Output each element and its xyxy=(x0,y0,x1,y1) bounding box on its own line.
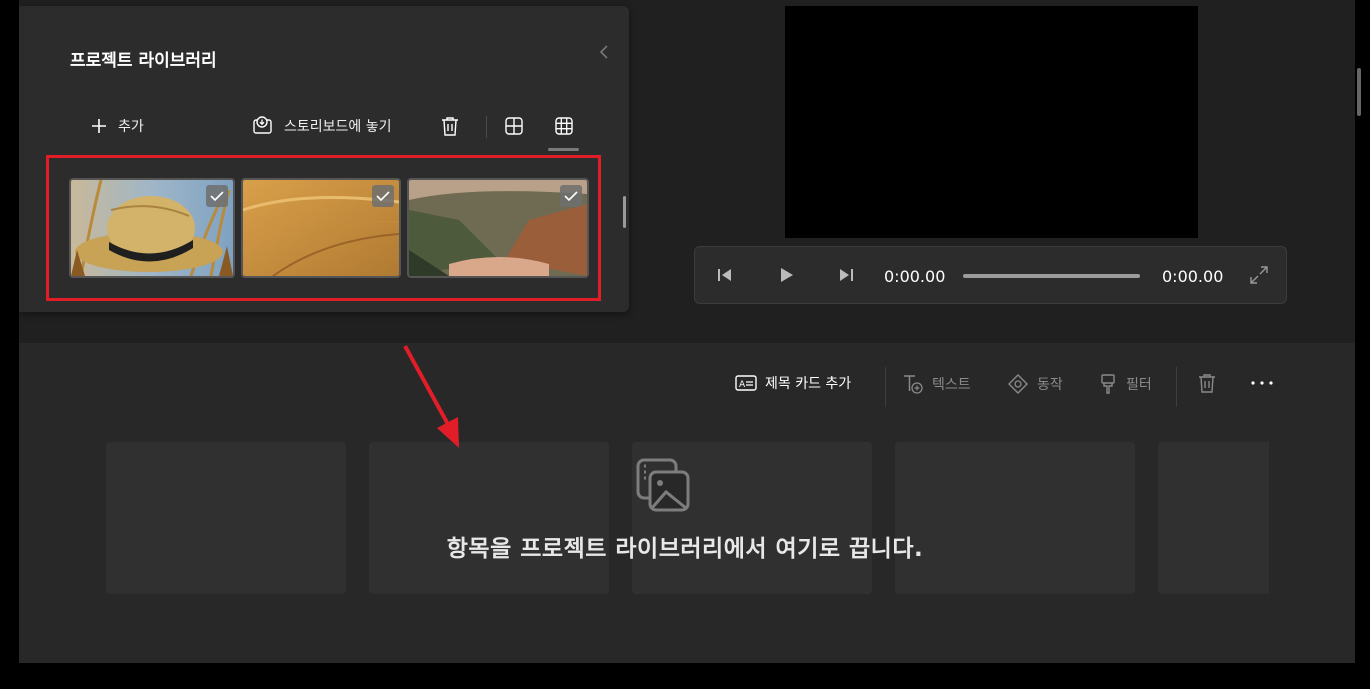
next-frame-icon[interactable] xyxy=(836,265,856,285)
top-area: 프로젝트 라이브러리 추가 스토리보드에 놓기 0:00.00 0:00.00 xyxy=(19,0,1355,343)
add-button[interactable]: 추가 xyxy=(90,116,144,136)
seek-bar[interactable] xyxy=(963,274,1140,278)
filter-label: 필터 xyxy=(1126,377,1152,393)
selected-checkbox[interactable] xyxy=(372,185,394,207)
filter-brush-icon xyxy=(1101,374,1115,394)
thumbnail-mountain-valley[interactable] xyxy=(407,178,589,278)
title-card-icon: A xyxy=(735,375,757,391)
storyboard-slot xyxy=(1158,442,1269,594)
window-scrollbar[interactable] xyxy=(1357,68,1361,116)
thumbnail-sand-dunes[interactable] xyxy=(241,178,401,278)
place-in-storyboard-button[interactable]: 스토리보드에 놓기 xyxy=(252,116,392,136)
trash-icon xyxy=(442,117,458,136)
check-icon xyxy=(376,191,390,202)
large-grid-view-button[interactable] xyxy=(504,116,524,136)
storyboard-slot xyxy=(369,442,609,594)
project-library-title: 프로젝트 라이브러리 xyxy=(70,51,217,71)
selected-checkbox[interactable] xyxy=(206,185,228,207)
project-library-panel: 프로젝트 라이브러리 추가 스토리보드에 놓기 xyxy=(19,6,629,312)
storyboard-slot xyxy=(895,442,1135,594)
previous-frame-icon[interactable] xyxy=(715,265,735,285)
toolbar-divider xyxy=(486,116,487,138)
video-preview xyxy=(785,6,1198,238)
motion-label: 동작 xyxy=(1037,377,1063,393)
trash-icon xyxy=(1199,374,1215,393)
collapse-chevron-icon[interactable] xyxy=(595,42,615,62)
add-title-card-button[interactable]: A 제목 카드 추가 xyxy=(735,373,851,393)
plus-icon xyxy=(92,119,106,133)
play-icon[interactable] xyxy=(776,265,796,285)
text-add-icon xyxy=(904,375,923,394)
add-label: 추가 xyxy=(118,119,144,135)
storyboard-drop-hint: 항목을 프로젝트 라이브러리에서 여기로 끕니다. xyxy=(446,536,924,562)
svg-text:A: A xyxy=(739,380,746,390)
storyboard-toolbar-divider xyxy=(1176,367,1177,407)
delete-button[interactable] xyxy=(440,115,460,137)
storyboard-toolbar-divider xyxy=(885,367,886,407)
grid-large-icon xyxy=(505,117,523,135)
check-icon xyxy=(210,191,224,202)
selected-checkbox[interactable] xyxy=(560,185,582,207)
check-icon xyxy=(564,191,578,202)
filter-button[interactable]: 필터 xyxy=(1098,373,1152,395)
current-time: 0:00.00 xyxy=(884,267,946,286)
text-button[interactable]: 텍스트 xyxy=(902,373,971,395)
playback-controls: 0:00.00 0:00.00 xyxy=(694,246,1287,304)
library-toolbar: 추가 스토리보드에 놓기 xyxy=(19,110,629,151)
library-scrollbar[interactable] xyxy=(623,196,626,228)
more-icon xyxy=(1251,381,1273,385)
text-label: 텍스트 xyxy=(932,377,971,393)
total-time: 0:00.00 xyxy=(1162,267,1224,286)
expand-icon[interactable] xyxy=(1249,265,1269,285)
storyboard-slot xyxy=(106,442,346,594)
thumbnail-straw-hat[interactable] xyxy=(69,178,235,278)
place-in-storyboard-label: 스토리보드에 놓기 xyxy=(284,119,392,135)
small-grid-view-button[interactable] xyxy=(554,116,574,136)
place-in-storyboard-icon xyxy=(253,116,272,134)
active-view-indicator xyxy=(548,148,579,151)
motion-icon xyxy=(1008,374,1028,394)
more-options-button[interactable] xyxy=(1249,372,1275,394)
grid-small-icon xyxy=(555,117,573,135)
add-title-card-label: 제목 카드 추가 xyxy=(765,376,852,392)
storyboard-delete-button[interactable] xyxy=(1197,372,1217,394)
motion-button[interactable]: 동작 xyxy=(1007,373,1063,395)
media-drop-icon xyxy=(636,458,690,512)
